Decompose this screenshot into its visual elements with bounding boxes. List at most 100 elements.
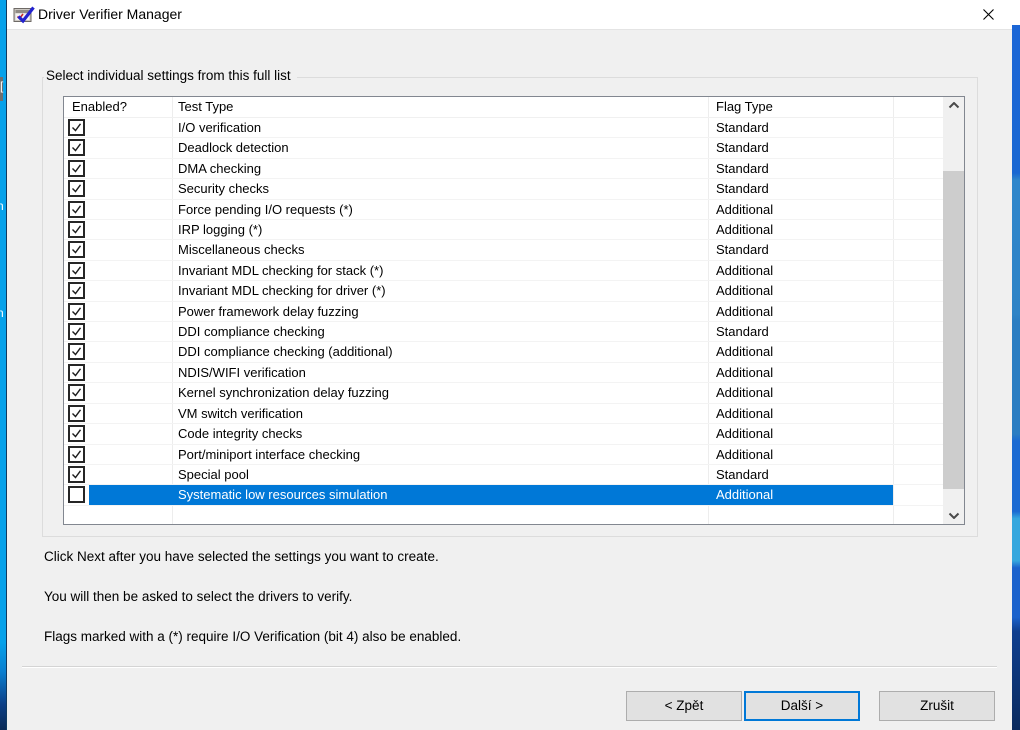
screen: [ n n Driver Verifier Manager [0, 0, 1020, 730]
row-checkbox-checked[interactable] [68, 446, 85, 463]
row-checkbox-checked[interactable] [68, 405, 85, 422]
scroll-down-button[interactable] [943, 507, 964, 524]
list-row[interactable]: DDI compliance checking Standard [64, 322, 964, 342]
test-type-cell: Miscellaneous checks [178, 240, 304, 259]
driver-verifier-app-icon [13, 5, 35, 25]
row-checkbox-checked[interactable] [68, 282, 85, 299]
test-type-cell: NDIS/WIFI verification [178, 363, 306, 382]
background-window-left-edge: [ n n [0, 0, 7, 730]
settings-list[interactable]: Enabled? Test Type Flag Type I/O verific… [63, 96, 965, 525]
test-type-cell: Invariant MDL checking for stack (*) [178, 261, 383, 280]
test-type-cell: Code integrity checks [178, 424, 302, 443]
row-checkbox-checked[interactable] [68, 119, 85, 136]
test-type-cell: DMA checking [178, 159, 261, 178]
row-checkbox-checked[interactable] [68, 364, 85, 381]
row-checkbox-checked[interactable] [68, 466, 85, 483]
test-type-cell: Systematic low resources simulation [178, 485, 388, 504]
list-row[interactable]: Special pool Standard [64, 465, 964, 485]
list-row[interactable]: Force pending I/O requests (*) Additional [64, 200, 964, 220]
flag-type-cell: Standard [716, 240, 769, 259]
row-checkbox-checked[interactable] [68, 201, 85, 218]
background-window-right-edge [1012, 25, 1020, 730]
list-row[interactable]: Port/miniport interface checking Addition… [64, 445, 964, 465]
vertical-scrollbar[interactable] [943, 97, 964, 524]
list-row[interactable]: Power framework delay fuzzingAdditional [64, 302, 964, 322]
list-row[interactable]: Miscellaneous checks Standard [64, 240, 964, 260]
background-window-right-top [1012, 0, 1020, 25]
flag-type-cell: Additional [716, 404, 773, 423]
chevron-down-icon [948, 512, 960, 519]
list-row[interactable]: Invariant MDL checking for stack (*)Addi… [64, 261, 964, 281]
flag-type-cell: Additional [716, 445, 773, 464]
row-checkbox-checked[interactable] [68, 323, 85, 340]
cancel-button[interactable]: Zrušit [879, 691, 995, 721]
flag-type-cell: Additional [716, 220, 773, 239]
row-checkbox-checked[interactable] [68, 139, 85, 156]
test-type-cell: I/O verification [178, 118, 261, 137]
flag-type-cell: Standard [716, 322, 769, 341]
row-checkbox-unchecked[interactable] [68, 486, 85, 503]
instruction-flags-note: Flags marked with a (*) require I/O Veri… [44, 629, 461, 644]
close-icon [982, 8, 995, 21]
test-type-cell: Port/miniport interface checking [178, 445, 360, 464]
list-row[interactable]: Invariant MDL checking for driver (*)Add… [64, 281, 964, 301]
list-row[interactable]: Systematic low resources simulation Addit… [64, 485, 964, 505]
list-row[interactable]: I/O verification Standard [64, 118, 964, 138]
flag-type-cell: Standard [716, 465, 769, 484]
row-checkbox-checked[interactable] [68, 160, 85, 177]
row-checkbox-checked[interactable] [68, 180, 85, 197]
test-type-cell: Deadlock detection [178, 138, 289, 157]
row-checkbox-checked[interactable] [68, 343, 85, 360]
chevron-up-icon [948, 102, 960, 109]
scrollbar-thumb[interactable] [943, 171, 964, 489]
flag-type-cell: Standard [716, 179, 769, 198]
close-button[interactable] [973, 1, 1003, 28]
flag-type-cell: Additional [716, 424, 773, 443]
instruction-select-drivers: You will then be asked to select the dri… [44, 589, 352, 604]
row-checkbox-checked[interactable] [68, 262, 85, 279]
background-text-fragment: n [0, 200, 4, 212]
background-text-fragment: [ [0, 80, 3, 92]
test-type-cell: Force pending I/O requests (*) [178, 200, 353, 219]
title-bar: Driver Verifier Manager [7, 0, 1012, 30]
list-row[interactable]: Deadlock detection Standard [64, 138, 964, 158]
list-row[interactable]: Security checks Standard [64, 179, 964, 199]
list-row[interactable]: NDIS/WIFI verificationAdditional [64, 363, 964, 383]
row-checkbox-checked[interactable] [68, 221, 85, 238]
column-header-test-type[interactable]: Test Type [178, 97, 233, 117]
test-type-cell: VM switch verification [178, 404, 303, 423]
row-checkbox-checked[interactable] [68, 425, 85, 442]
list-row[interactable]: DDI compliance checking (additional)Addi… [64, 342, 964, 362]
row-checkbox-checked[interactable] [68, 241, 85, 258]
list-rows: I/O verificationStandardDeadlock detecti… [64, 118, 964, 506]
row-checkbox-checked[interactable] [68, 384, 85, 401]
test-type-cell: Kernel synchronization delay fuzzing [178, 383, 389, 402]
test-type-cell: DDI compliance checking (additional) [178, 342, 393, 361]
next-button[interactable]: Další > [744, 691, 860, 721]
list-header: Enabled? Test Type Flag Type [64, 97, 964, 118]
window-title: Driver Verifier Manager [38, 0, 182, 30]
column-header-enabled[interactable]: Enabled? [72, 97, 127, 117]
list-row[interactable]: DMA checking Standard [64, 159, 964, 179]
column-header-flag-type[interactable]: Flag Type [716, 97, 773, 117]
list-row[interactable]: VM switch verification Additional [64, 404, 964, 424]
test-type-cell: Special pool [178, 465, 249, 484]
back-button[interactable]: < Zpět [626, 691, 742, 721]
button-row-separator [22, 666, 997, 668]
flag-type-cell: Standard [716, 159, 769, 178]
list-row[interactable]: IRP logging (*)Additional [64, 220, 964, 240]
row-checkbox-checked[interactable] [68, 303, 85, 320]
scroll-up-button[interactable] [943, 97, 964, 114]
test-type-cell: Invariant MDL checking for driver (*) [178, 281, 386, 300]
test-type-cell: Power framework delay fuzzing [178, 302, 359, 321]
instruction-click-next: Click Next after you have selected the s… [44, 549, 439, 564]
list-row[interactable]: Code integrity checks Additional [64, 424, 964, 444]
test-type-cell: Security checks [178, 179, 269, 198]
flag-type-cell: Additional [716, 485, 773, 504]
group-box-label: Select individual settings from this ful… [44, 68, 297, 83]
test-type-cell: DDI compliance checking [178, 322, 325, 341]
flag-type-cell: Standard [716, 138, 769, 157]
list-row[interactable]: Kernel synchronization delay fuzzingAddi… [64, 383, 964, 403]
flag-type-cell: Additional [716, 200, 773, 219]
flag-type-cell: Standard [716, 118, 769, 137]
